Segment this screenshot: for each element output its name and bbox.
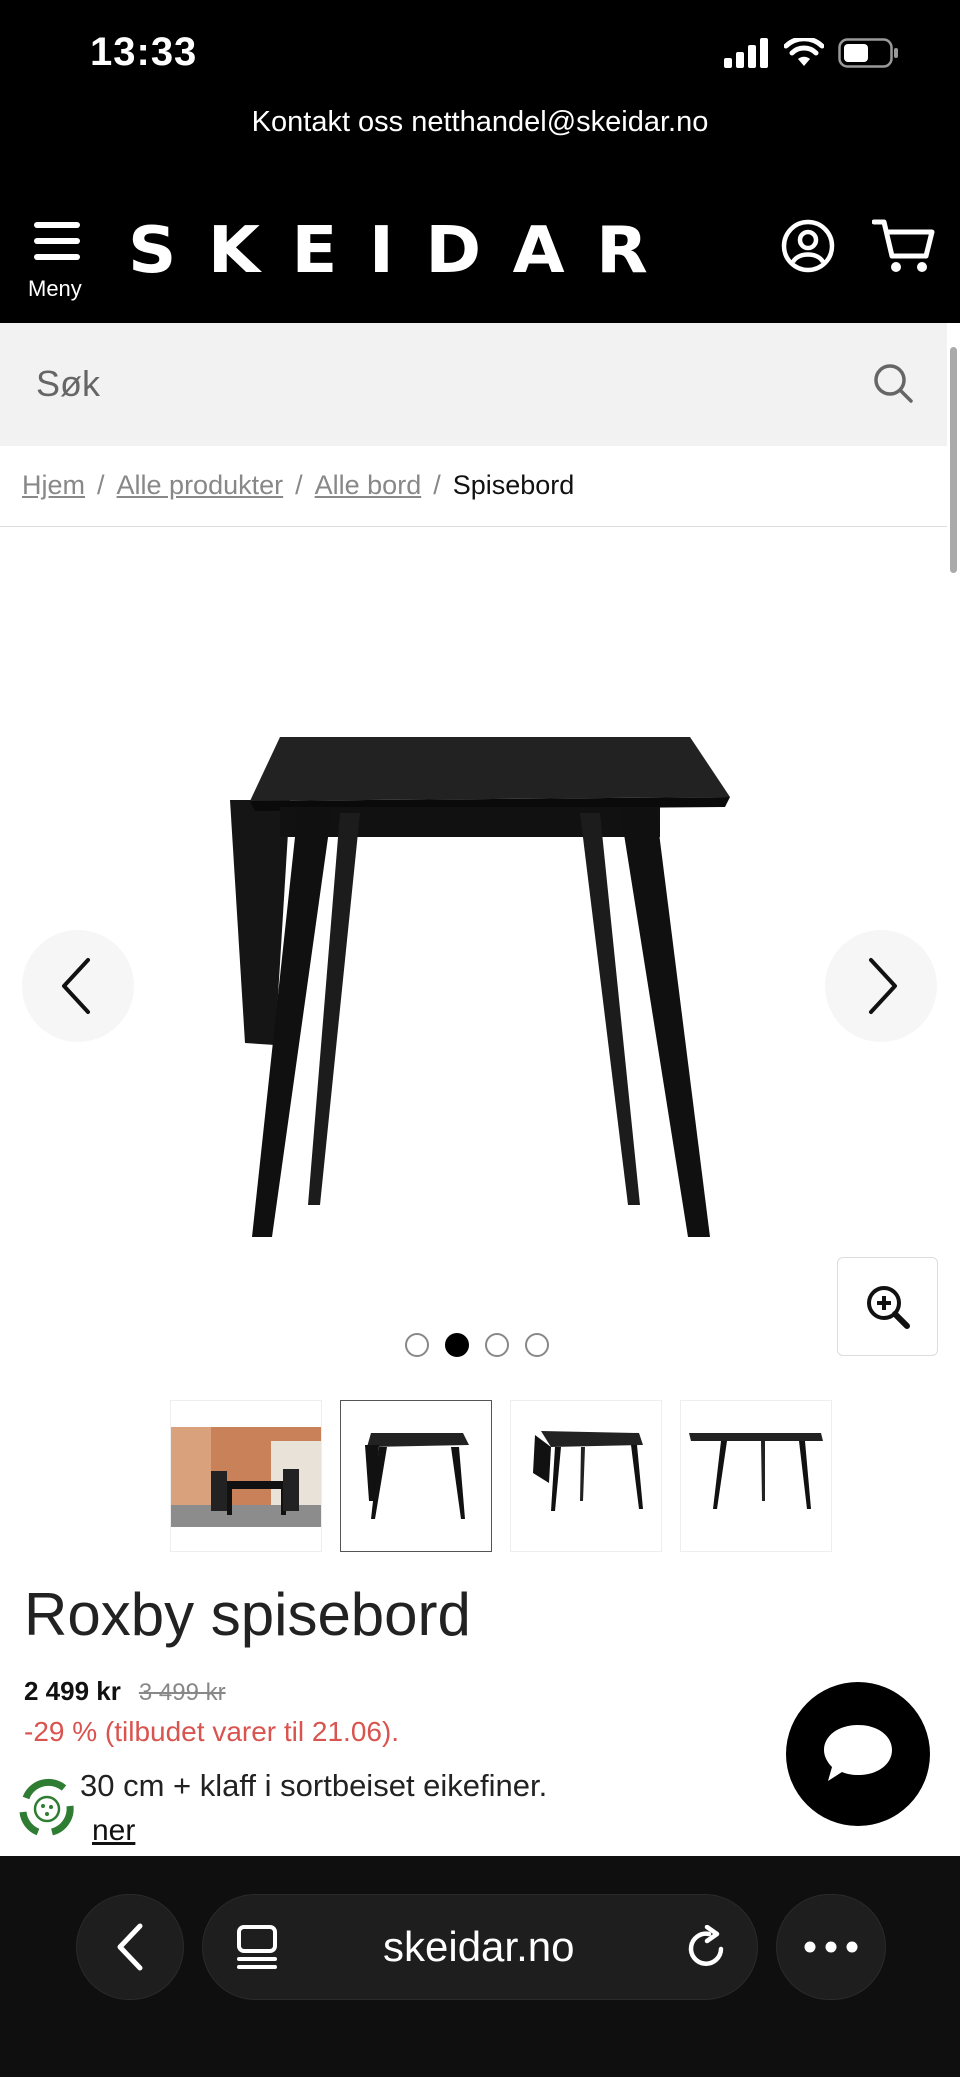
more-dots-icon (804, 1941, 858, 1953)
next-image-button[interactable] (825, 930, 937, 1042)
product-main-image[interactable] (220, 725, 740, 1245)
menu-bar (34, 254, 80, 260)
table-photo (689, 1433, 823, 1509)
signal-icon (724, 38, 768, 68)
price-row: 2 499 kr 3 499 kr (24, 1676, 226, 1707)
thumbnail-table-angle[interactable] (510, 1400, 662, 1552)
breadcrumb: Hjem / Alle produkter / Alle bord / Spis… (22, 470, 574, 501)
contact-bar[interactable]: Kontakt oss netthandel@skeidar.no (0, 96, 960, 180)
gallery-dot[interactable] (485, 1333, 509, 1357)
menu-bar (34, 238, 80, 244)
status-bar: 13:33 (0, 0, 960, 96)
browser-more-button[interactable] (776, 1894, 886, 2000)
table-photo (365, 1433, 469, 1519)
divider (0, 526, 947, 527)
search-bar (0, 323, 947, 446)
cart-icon[interactable] (872, 216, 936, 276)
chevron-left-icon (117, 1923, 143, 1971)
breadcrumb-separator: / (97, 470, 105, 500)
chevron-left-icon (62, 958, 90, 1014)
wifi-icon (784, 38, 824, 66)
status-time: 13:33 (90, 30, 198, 74)
current-price: 2 499 kr (24, 1676, 121, 1706)
account-icon[interactable] (780, 218, 836, 274)
thumbnail-table-side[interactable] (680, 1400, 832, 1552)
thumbnail-strip (170, 1400, 832, 1552)
browser-back-button[interactable] (76, 1894, 184, 2000)
breadcrumb-all-tables[interactable]: Alle bord (315, 470, 422, 501)
search-input[interactable] (36, 351, 856, 417)
product-description: 30 cm + klaff i sortbeiset eikefiner. (80, 1768, 548, 1803)
breadcrumb-separator: / (433, 470, 441, 500)
thumbnail-room[interactable] (170, 1400, 322, 1552)
site-header: Meny SKEIDAR (0, 180, 960, 323)
breadcrumb-home[interactable]: Hjem (22, 470, 85, 501)
chevron-right-icon (869, 958, 897, 1014)
page-scrollbar[interactable] (947, 323, 960, 1853)
menu-bar (34, 222, 80, 228)
address-bar[interactable]: skeidar.no (202, 1894, 758, 2000)
browser-toolbar: skeidar.no (0, 1856, 960, 2077)
breadcrumb-current: Spisebord (452, 470, 575, 500)
status-icons (724, 38, 900, 68)
gallery-dot-active[interactable] (445, 1333, 469, 1357)
reload-icon[interactable] (685, 1925, 729, 1971)
chat-button[interactable] (786, 1682, 930, 1826)
recycle-badge-icon[interactable] (14, 1776, 80, 1842)
zoom-in-icon (866, 1285, 910, 1329)
battery-icon (838, 38, 898, 68)
breadcrumb-separator: / (295, 470, 303, 500)
gallery-dot[interactable] (405, 1333, 429, 1357)
gallery-dot[interactable] (525, 1333, 549, 1357)
scroll-thumb[interactable] (950, 347, 957, 573)
url-text[interactable]: skeidar.no (383, 1923, 574, 1971)
breadcrumb-all-products[interactable]: Alle produkter (117, 470, 284, 501)
room-photo (171, 1427, 321, 1527)
skeidar-logo[interactable]: SKEIDAR (128, 214, 679, 288)
read-more-link[interactable]: ner (92, 1814, 135, 1848)
table-photo (533, 1431, 643, 1511)
thumbnail-table-front[interactable] (340, 1400, 492, 1552)
tabs-icon[interactable] (235, 1925, 279, 1971)
old-price: 3 499 kr (138, 1679, 226, 1706)
gallery-dots (405, 1333, 549, 1357)
zoom-button[interactable] (837, 1257, 938, 1356)
product-title: Roxby spisebord (24, 1581, 471, 1648)
chat-bubble-icon (824, 1725, 892, 1781)
prev-image-button[interactable] (22, 930, 134, 1042)
discount-text: -29 % (tilbudet varer til 21.06). (24, 1716, 400, 1747)
search-icon[interactable] (872, 362, 914, 404)
menu-label[interactable]: Meny (28, 276, 82, 302)
